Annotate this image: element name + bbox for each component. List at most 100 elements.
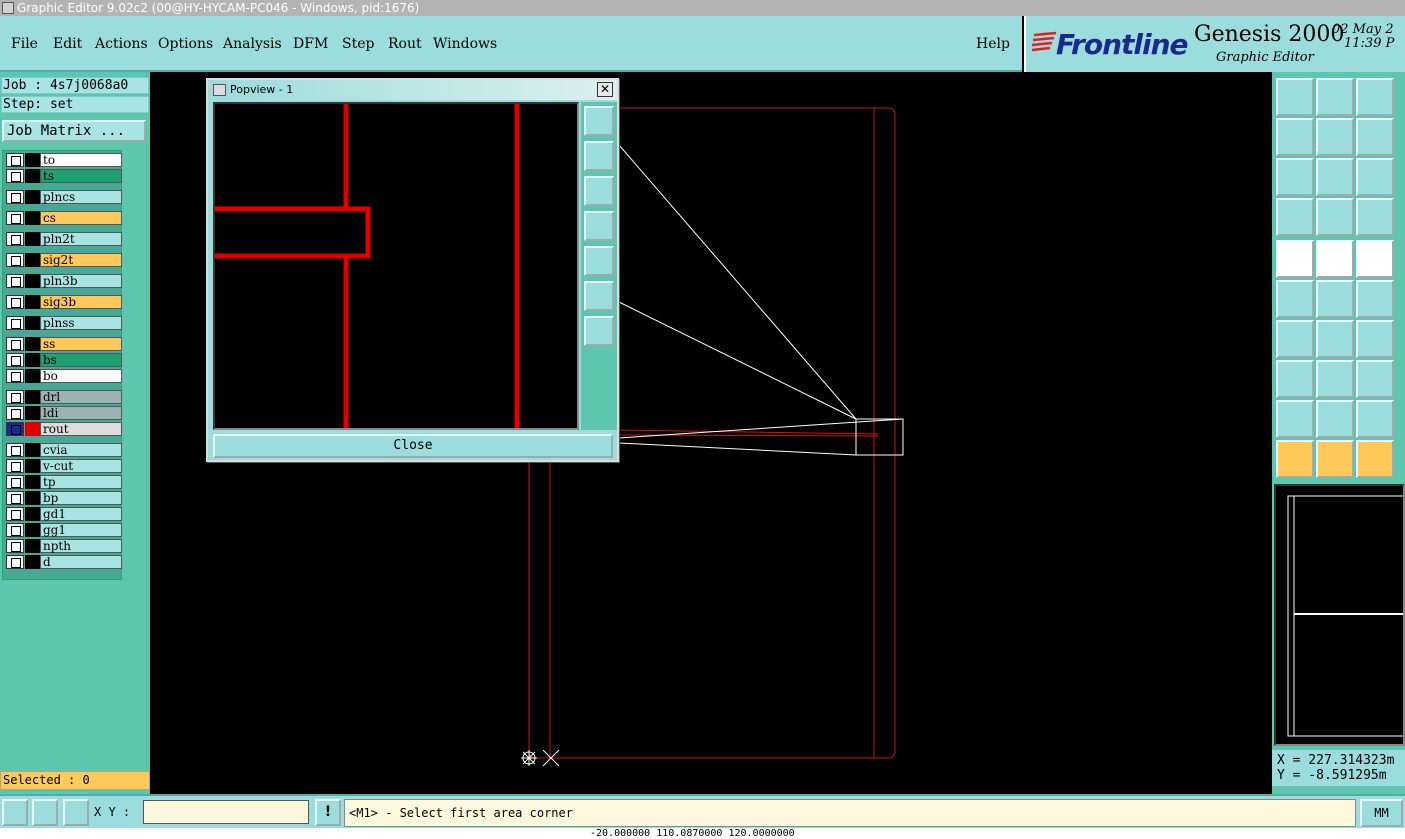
layer-row[interactable]: v-cut	[5, 459, 122, 473]
ratio-icon[interactable]	[1356, 158, 1394, 196]
zoom-center-icon[interactable]	[1316, 158, 1354, 196]
traffic-light-icon[interactable]	[1356, 198, 1394, 236]
move-down-icon[interactable]	[1316, 78, 1354, 116]
zoom-fit-icon[interactable]	[1276, 158, 1314, 196]
line-draw-icon[interactable]	[1316, 240, 1354, 278]
select-icon[interactable]	[1316, 440, 1354, 478]
pad-icon[interactable]	[1276, 240, 1314, 278]
menu-help[interactable]: Help	[976, 36, 1010, 52]
layer-row[interactable]: bo	[5, 369, 122, 383]
angle-icon[interactable]	[1276, 320, 1314, 358]
pointer-icon[interactable]	[1276, 440, 1314, 478]
dash-icon[interactable]	[1316, 360, 1354, 398]
close-icon[interactable]: ✕	[597, 82, 613, 97]
layer-checkbox[interactable]	[6, 443, 24, 457]
layer-name[interactable]: ts	[40, 169, 122, 183]
layer-row[interactable]: plncs	[5, 190, 122, 204]
layer-checkbox[interactable]	[6, 422, 24, 436]
layer-checkbox[interactable]	[6, 153, 24, 167]
layer-row[interactable]: sig3b	[5, 295, 122, 309]
layer-name[interactable]: gd1	[40, 507, 122, 521]
menu-edit[interactable]: Edit	[53, 36, 82, 52]
layer-checkbox[interactable]	[6, 523, 24, 537]
dimension-icon[interactable]	[1356, 360, 1394, 398]
alert-icon[interactable]: !	[315, 799, 341, 826]
cross-icon[interactable]	[1316, 280, 1354, 318]
layer-row[interactable]: npth	[5, 539, 122, 553]
layer-name[interactable]: plncs	[40, 190, 122, 204]
pan-right-icon[interactable]	[584, 246, 614, 276]
layer-row[interactable]: ss	[5, 337, 122, 351]
layer-name[interactable]: sig2t	[40, 253, 122, 267]
triangle-icon[interactable]	[1276, 400, 1314, 438]
menu-rout[interactable]: Rout	[388, 36, 422, 52]
menu-windows[interactable]: Windows	[433, 36, 497, 52]
layer-name[interactable]: ss	[40, 337, 122, 351]
job-matrix-button[interactable]: Job Matrix ...	[2, 120, 146, 142]
layer-name[interactable]: sig3b	[40, 295, 122, 309]
measure-icon[interactable]	[32, 799, 58, 826]
zoom-in-icon[interactable]	[584, 281, 614, 311]
layer-checkbox[interactable]	[6, 190, 24, 204]
snap-icon[interactable]	[2, 799, 28, 826]
layer-checkbox[interactable]	[6, 211, 24, 225]
layer-checkbox[interactable]	[6, 555, 24, 569]
layer-row[interactable]: cs	[5, 211, 122, 225]
layer-checkbox[interactable]	[6, 369, 24, 383]
layer-row[interactable]: plnss	[5, 316, 122, 330]
layer-row[interactable]: rout	[5, 422, 122, 436]
move-left-icon[interactable]	[1276, 118, 1314, 156]
layer-checkbox[interactable]	[6, 507, 24, 521]
layer-row[interactable]: to	[5, 153, 122, 167]
layer-row[interactable]: ldi	[5, 406, 122, 420]
layer-name[interactable]: plnss	[40, 316, 122, 330]
layer-row[interactable]: ts	[5, 169, 122, 183]
layer-name[interactable]: cvia	[40, 443, 122, 457]
menu-step[interactable]: Step	[342, 36, 374, 52]
triangle-a-icon[interactable]	[1316, 400, 1354, 438]
layer-checkbox[interactable]	[6, 353, 24, 367]
arc-icon[interactable]	[1356, 320, 1394, 358]
layer-checkbox[interactable]	[6, 169, 24, 183]
menu-analysis[interactable]: Analysis	[223, 36, 282, 52]
menu-file[interactable]: File	[11, 36, 38, 52]
layer-row[interactable]: bs	[5, 353, 122, 367]
layer-name[interactable]: bs	[40, 353, 122, 367]
layer-checkbox[interactable]	[6, 295, 24, 309]
layer-name[interactable]: to	[40, 153, 122, 167]
move-up-icon[interactable]	[1276, 78, 1314, 116]
pencil-icon[interactable]	[1316, 320, 1354, 358]
layer-row[interactable]: bp	[5, 491, 122, 505]
home-icon[interactable]	[1356, 78, 1394, 116]
layer-checkbox[interactable]	[6, 491, 24, 505]
move-right-icon[interactable]	[1316, 118, 1354, 156]
layer-row[interactable]: pln3b	[5, 274, 122, 288]
xy-input[interactable]	[143, 800, 309, 824]
layer-checkbox[interactable]	[6, 475, 24, 489]
layer-name[interactable]: bo	[40, 369, 122, 383]
grid-icon[interactable]	[63, 799, 89, 826]
layer-checkbox[interactable]	[6, 459, 24, 473]
layer-checkbox[interactable]	[6, 390, 24, 404]
layer-checkbox[interactable]	[6, 337, 24, 351]
layer-row[interactable]: d	[5, 555, 122, 569]
layer-checkbox[interactable]	[6, 316, 24, 330]
pan-up-icon[interactable]	[584, 141, 614, 171]
pan-left-icon[interactable]	[584, 211, 614, 241]
layer-checkbox[interactable]	[6, 406, 24, 420]
connect-icon[interactable]	[1276, 280, 1314, 318]
popview-close-button[interactable]: Close	[213, 434, 613, 458]
layer-row[interactable]: drl	[5, 390, 122, 404]
layer-row[interactable]: gd1	[5, 507, 122, 521]
layer-name[interactable]: pln2t	[40, 232, 122, 246]
node-icon[interactable]	[1356, 280, 1394, 318]
snap-point-icon[interactable]	[1276, 360, 1314, 398]
menu-dfm[interactable]: DFM	[293, 36, 328, 52]
menu-actions[interactable]: Actions	[95, 36, 148, 52]
layer-name[interactable]: npth	[40, 539, 122, 553]
layer-row[interactable]: cvia	[5, 443, 122, 457]
overview-map[interactable]	[1274, 484, 1405, 746]
layer-checkbox[interactable]	[6, 539, 24, 553]
popview-canvas[interactable]	[213, 102, 579, 430]
layer-checkbox[interactable]	[6, 253, 24, 267]
